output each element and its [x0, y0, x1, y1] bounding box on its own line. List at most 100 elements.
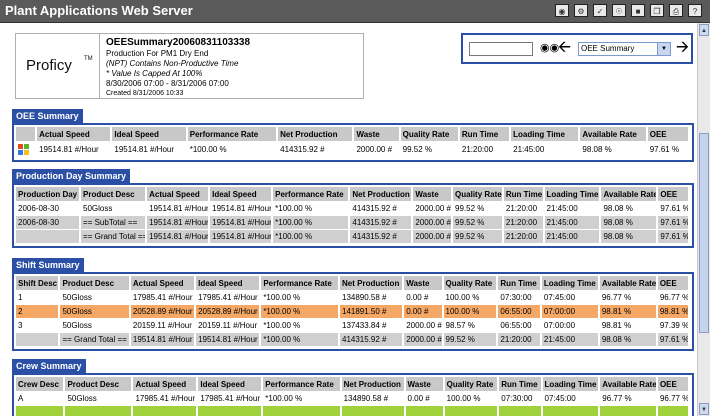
table-cell: 17985.41 #/Hour [132, 391, 199, 406]
scroll-down-icon[interactable]: ▼ [699, 403, 709, 415]
table-cell: 0.00 # [403, 304, 444, 319]
created-date: Created 8/31/2006 10:33 [106, 90, 184, 97]
table-cell: 19514.81 #/Hour [36, 141, 113, 157]
report-header: Proficy TM OEESummary20060831103338 Prod… [15, 33, 364, 99]
column-header: Quality Rate [442, 276, 499, 291]
production-day-summary-section: Production Day Summary Production Day Pro… [12, 169, 694, 248]
date-range: 8/30/2006 07:00 - 8/31/2006 07:00 [106, 79, 229, 88]
folders-icon[interactable]: ■ [631, 4, 645, 17]
header-row: Crew Desc Product Desc Actual Speed Ideal S… [16, 377, 691, 392]
table-row[interactable] [16, 405, 691, 416]
column-header: Run Time [498, 377, 543, 392]
table-cell: 414315.92 # [349, 229, 414, 243]
table-cell: 2 [16, 304, 61, 319]
table-cell: 17985.41 #/Hour [197, 391, 264, 406]
column-header: Ideal Speed [111, 127, 188, 142]
column-header: Loading Time [540, 276, 600, 291]
table-cell: 137433.84 # [339, 318, 405, 333]
column-header: OEE [646, 127, 691, 142]
table-cell: 100.00 % [442, 304, 499, 319]
next-arrow-icon[interactable]: 🡪 [676, 39, 689, 57]
column-header: Shift Desc [16, 276, 61, 291]
globe-icon[interactable]: ☉ [612, 4, 626, 17]
table-cell: 20528.89 #/Hour [129, 304, 197, 319]
table-cell: 98.81 % [598, 318, 658, 333]
column-header: Available Rate [600, 187, 659, 202]
table-cell: 99.52 % [399, 141, 460, 157]
column-header: Product Desc [59, 276, 131, 291]
shift-summary-section: Shift Summary Shift Desc Product Desc Actu… [12, 258, 694, 351]
column-header: Net Production [339, 276, 405, 291]
table-row[interactable]: 2006-08-30 50Gloss 19514.81 #/Hour 19514.81… [16, 201, 690, 216]
table-cell: 21:45:00 [543, 201, 602, 216]
table-row[interactable]: == Grand Total == 19514.81 #/Hour 19514.81… [16, 229, 690, 243]
table-cell: 97.61 % [646, 141, 691, 157]
column-header: Available Rate [599, 377, 658, 392]
table-cell: 98.81 % [656, 304, 691, 319]
column-header: Waste [404, 377, 445, 392]
table-cell: 07:00:00 [540, 304, 600, 319]
app-title: Plant Applications Web Server [5, 3, 193, 18]
column-header: Actual Speed [146, 187, 211, 202]
table-cell: 134890.58 # [339, 290, 405, 305]
table-row[interactable]: 3 50Gloss 20159.11 #/Hour 20159.11 #/Hour *1… [16, 318, 691, 333]
help-icon[interactable]: ? [688, 4, 702, 17]
network-icon[interactable]: ⚙ [574, 4, 588, 17]
scroll-up-icon[interactable]: ▲ [699, 24, 709, 36]
table-cell: 07:00:00 [540, 318, 600, 333]
table-cell: 19514.81 #/Hour [129, 332, 197, 346]
oee-summary-grid: Actual Speed Ideal Speed Performance Rate N… [12, 123, 694, 162]
table-cell: 97.39 % [656, 318, 691, 333]
table-cell: == SubTotal == [80, 215, 148, 230]
table-cell: 17985.41 #/Hour [195, 290, 262, 305]
table-cell: 50Gloss [59, 304, 131, 319]
table-row[interactable]: 2006-08-30 == SubTotal == 19514.81 #/Hour 1… [16, 215, 690, 230]
report-select[interactable]: OEE Summary ▼ [578, 42, 671, 56]
table-cell: 98.57 % [442, 318, 499, 333]
chevron-down-icon[interactable]: ▼ [657, 43, 670, 55]
title-bar: Plant Applications Web Server ◉ ⚙ ✓ ☉ ■ … [0, 0, 710, 23]
binoculars-icon[interactable]: ◉ [555, 4, 569, 17]
section-title: OEE Summary [12, 109, 83, 123]
search-input[interactable] [469, 42, 533, 56]
table-cell: 21:20:00 [497, 332, 542, 346]
column-header: Loading Time [543, 187, 602, 202]
table-cell: 21:45:00 [543, 229, 602, 243]
table-cell: 0.00 # [404, 391, 445, 406]
table-cell: 96.77 % [599, 391, 658, 406]
column-header: Available Rate [579, 127, 648, 142]
table-cell: 07:30:00 [498, 391, 543, 406]
column-header: Net Production [349, 187, 414, 202]
vertical-scrollbar[interactable]: ▲ ▼ [697, 23, 710, 416]
table-cell: *100.00 % [186, 141, 279, 157]
table-cell [656, 405, 691, 416]
copy-icon[interactable]: ❐ [650, 4, 664, 17]
table-cell: 06:55:00 [497, 318, 542, 333]
table-row[interactable]: == Grand Total == 19514.81 #/Hour 19514.81… [16, 332, 691, 346]
header-row: Shift Desc Product Desc Actual Speed Ideal … [16, 276, 691, 291]
table-cell: 20159.11 #/Hour [195, 318, 262, 333]
table-row[interactable]: 1 50Gloss 17985.41 #/Hour 17985.41 #/Hour *1… [16, 290, 691, 305]
previous-arrow-icon[interactable]: 🡨 [558, 39, 571, 57]
table-cell [16, 141, 38, 157]
scrollbar-thumb[interactable] [699, 133, 709, 333]
find-icon[interactable]: ◉◉ [540, 41, 559, 54]
column-header: Actual Speed [129, 276, 197, 291]
print-icon[interactable]: ⎙ [669, 4, 683, 17]
column-header: Net Production [340, 377, 406, 392]
table-cell: 21:20:00 [458, 141, 512, 157]
table-cell: 2006-08-30 [16, 215, 82, 230]
table-row[interactable]: A 50Gloss 17985.41 #/Hour 17985.41 #/Hour *1… [16, 391, 691, 406]
table-row[interactable]: 2 50Gloss 20528.89 #/Hour 20528.89 #/Hour *1… [16, 304, 691, 319]
table-cell: 50Gloss [80, 201, 148, 216]
table-cell: 50Gloss [59, 318, 131, 333]
table-cell: 99.52 % [442, 332, 499, 346]
section-title: Shift Summary [12, 258, 84, 272]
table-cell: 99.52 % [452, 229, 504, 243]
check-icon[interactable]: ✓ [593, 4, 607, 17]
table-cell: 414315.92 # [277, 141, 355, 157]
npt-note: (NPT) Contains Non-Productive Time [106, 59, 239, 68]
table-cell: 50Gloss [64, 391, 134, 406]
table-row[interactable]: 19514.81 #/Hour 19514.81 #/Hour *100.00 % 4… [16, 141, 691, 157]
table-cell: 21:45:00 [510, 141, 581, 157]
